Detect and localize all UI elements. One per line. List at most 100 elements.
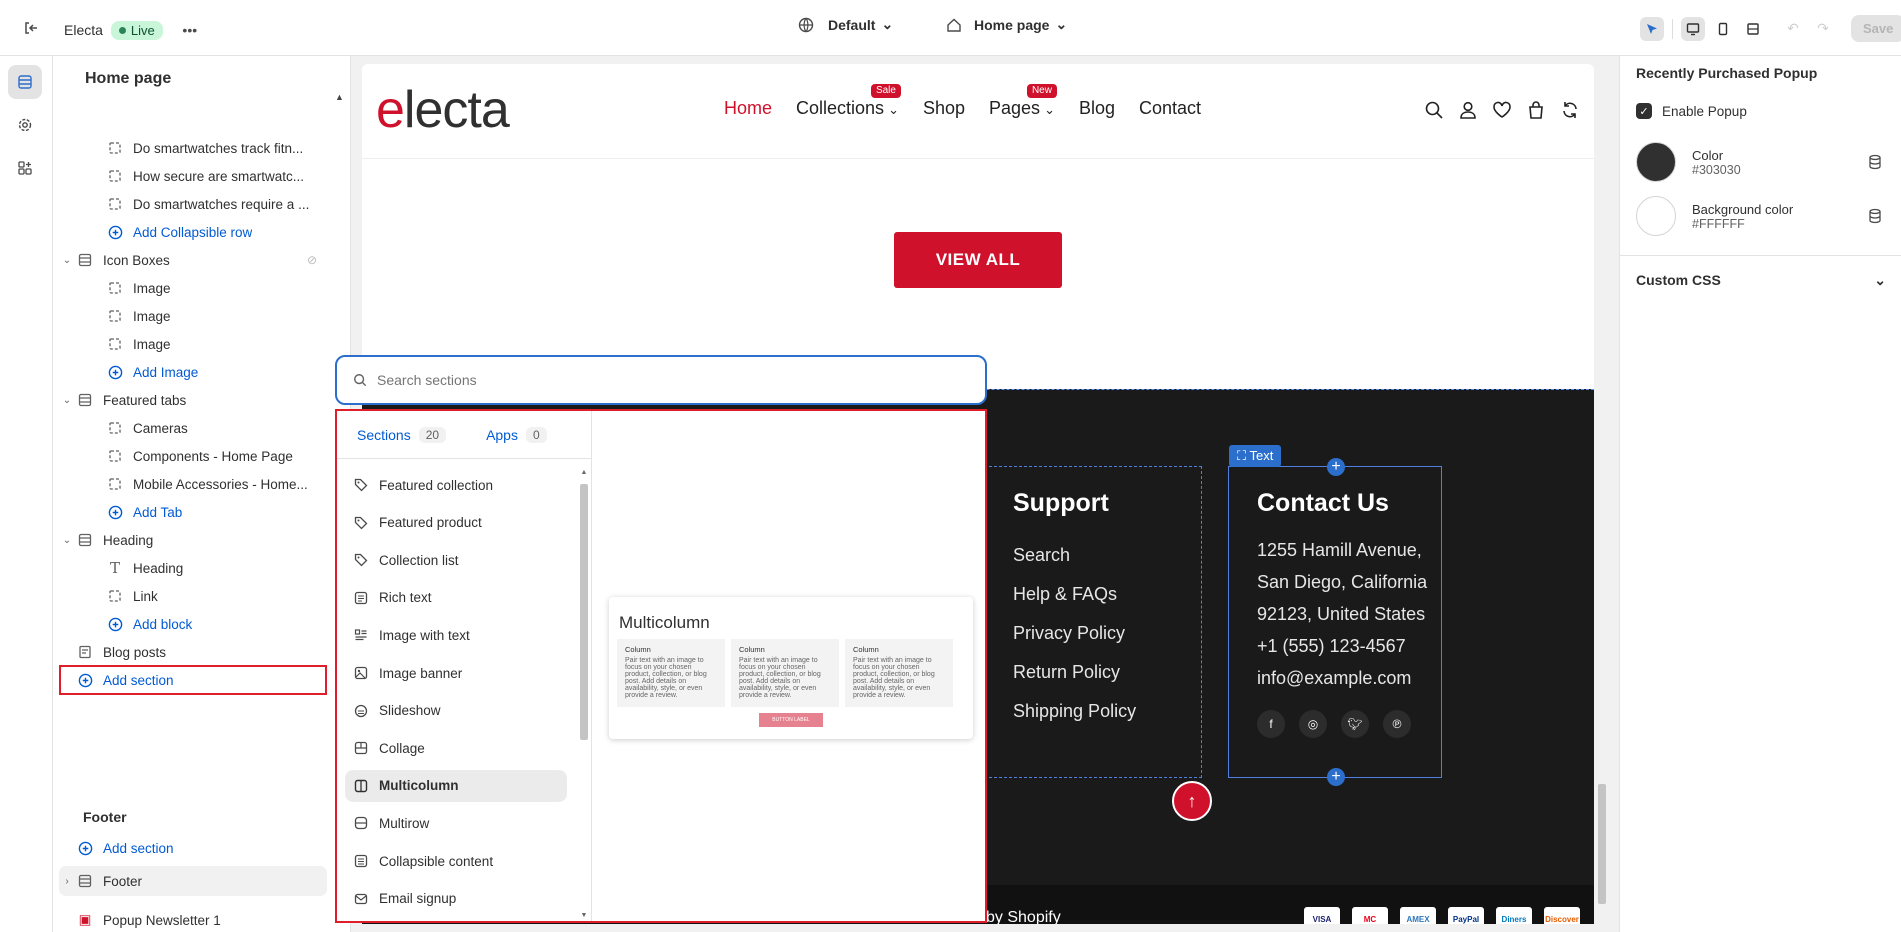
- nav-item-contact[interactable]: Contact: [1139, 98, 1201, 119]
- footer-add-section[interactable]: Add section: [59, 833, 327, 863]
- section-option[interactable]: Multicolumn: [345, 769, 567, 802]
- block-row[interactable]: Image: [59, 301, 327, 331]
- payment-icons: VISA MC AMEX PayPal Diners Discover: [1304, 907, 1580, 924]
- nav-item-pages[interactable]: Pages New ⌄: [989, 84, 1057, 119]
- block-row[interactable]: Mobile Accessories - Home...: [59, 469, 327, 499]
- add-block-below-icon[interactable]: +: [1327, 768, 1345, 786]
- cart-bag-icon[interactable]: [1526, 100, 1546, 120]
- account-icon[interactable]: [1458, 100, 1478, 120]
- background-color-swatch[interactable]: [1636, 196, 1676, 236]
- footer-contact-column[interactable]: ⛶ Text + Contact Us 1255 Hamill Avenue, S…: [1228, 445, 1442, 786]
- theme-selector[interactable]: Default ⌄: [798, 16, 893, 33]
- section-option[interactable]: Collection list: [345, 544, 567, 576]
- search-icon[interactable]: [1424, 100, 1444, 120]
- footer-section-item[interactable]: › Footer: [59, 866, 327, 896]
- instagram-icon[interactable]: ◎: [1299, 710, 1327, 738]
- block-row[interactable]: Components - Home Page: [59, 441, 327, 471]
- section-option[interactable]: Slideshow: [345, 695, 567, 727]
- section-row[interactable]: ⌄ Icon Boxes ⊘: [59, 245, 327, 275]
- picker-scrollbar[interactable]: ▲ ▼: [579, 469, 589, 919]
- compare-refresh-icon[interactable]: [1560, 100, 1580, 120]
- picker-scroll-thumb[interactable]: [580, 484, 588, 740]
- settings-gear-icon[interactable]: [8, 108, 42, 142]
- section-option[interactable]: Multirow: [345, 807, 567, 839]
- support-link[interactable]: Return Policy: [1013, 653, 1201, 692]
- redo-icon[interactable]: ↷: [1811, 17, 1835, 41]
- mobile-view-icon[interactable]: [1711, 17, 1735, 41]
- chevron-down-icon[interactable]: ⌄: [59, 535, 75, 546]
- section-row[interactable]: ⌄ Featured tabs: [59, 385, 327, 415]
- support-link[interactable]: Help & FAQs: [1013, 575, 1201, 614]
- dynamic-source-icon[interactable]: [1868, 208, 1882, 227]
- color-swatch[interactable]: [1636, 142, 1676, 182]
- chevron-down-icon[interactable]: ⌄: [59, 395, 75, 406]
- add-block-above-icon[interactable]: +: [1327, 458, 1345, 476]
- section-option[interactable]: Rich text: [345, 582, 567, 614]
- add-row[interactable]: Add block: [59, 609, 327, 639]
- chevron-right-icon[interactable]: ›: [59, 876, 75, 887]
- block-row[interactable]: Do smartwatches track fitn...: [59, 133, 327, 163]
- exit-icon[interactable]: [18, 15, 44, 41]
- section-option[interactable]: Image with text: [345, 619, 567, 651]
- nav-item-shop[interactable]: Shop: [923, 98, 965, 119]
- facebook-icon[interactable]: f: [1257, 710, 1285, 738]
- add-row[interactable]: Add Collapsible row: [59, 217, 327, 247]
- block-row[interactable]: T Heading: [59, 553, 327, 583]
- site-logo[interactable]: electa: [376, 80, 510, 140]
- section-row[interactable]: ⌄ Heading: [59, 525, 327, 555]
- apps-icon[interactable]: [8, 151, 42, 185]
- block-row[interactable]: Link: [59, 581, 327, 611]
- section-option[interactable]: Featured product: [345, 507, 567, 539]
- dynamic-source-icon[interactable]: [1868, 154, 1882, 173]
- save-button[interactable]: Save: [1851, 15, 1901, 42]
- desktop-view-icon[interactable]: [1681, 16, 1705, 41]
- text-block-tag[interactable]: ⛶ Text: [1229, 445, 1282, 467]
- page-selector[interactable]: Home page ⌄: [946, 16, 1067, 33]
- popup-newsletter-item[interactable]: ▣ Popup Newsletter 1: [59, 910, 327, 930]
- hidden-eye-icon[interactable]: ⊘: [307, 253, 317, 267]
- enable-popup-checkbox[interactable]: ✓ Enable Popup: [1636, 103, 1747, 119]
- preview-scrollbar[interactable]: [1596, 64, 1608, 924]
- section-option[interactable]: Collage: [345, 732, 567, 764]
- pinterest-icon[interactable]: ℗: [1383, 710, 1411, 738]
- fullscreen-view-icon[interactable]: [1741, 17, 1765, 41]
- section-option[interactable]: Email signup: [345, 883, 567, 915]
- section-option[interactable]: Featured collection: [345, 469, 567, 501]
- undo-icon[interactable]: ↶: [1781, 17, 1805, 41]
- twitter-icon[interactable]: 🐦︎: [1341, 710, 1369, 738]
- scroll-up-icon[interactable]: ▲: [579, 469, 589, 476]
- scroll-to-top-button[interactable]: ↑: [1172, 781, 1212, 821]
- tab-sections[interactable]: Sections 20: [357, 426, 447, 443]
- chevron-down-icon[interactable]: ⌄: [59, 255, 75, 266]
- block-row[interactable]: Image: [59, 273, 327, 303]
- block-row[interactable]: How secure are smartwatc...: [59, 161, 327, 191]
- tree-scroll-up-icon[interactable]: ▲: [335, 92, 344, 102]
- preview-scroll-thumb[interactable]: [1598, 784, 1606, 904]
- section-option[interactable]: Collapsible content: [345, 845, 567, 877]
- color-setting[interactable]: Color #303030: [1636, 142, 1741, 182]
- block-row[interactable]: Cameras: [59, 413, 327, 443]
- more-actions-icon[interactable]: •••: [177, 17, 203, 43]
- add-row[interactable]: Add Image: [59, 357, 327, 387]
- search-sections-input[interactable]: [377, 372, 937, 388]
- sections-nav-icon[interactable]: [8, 65, 42, 99]
- view-all-button[interactable]: VIEW ALL: [894, 232, 1062, 288]
- scroll-down-icon[interactable]: ▼: [579, 912, 589, 919]
- nav-item-home[interactable]: Home: [724, 98, 772, 119]
- support-link[interactable]: Search: [1013, 536, 1201, 575]
- add-row[interactable]: Add section: [59, 665, 327, 695]
- block-row[interactable]: Do smartwatches require a ...: [59, 189, 327, 219]
- section-row[interactable]: Blog posts: [59, 637, 327, 667]
- nav-item-collections[interactable]: Collections Sale ⌄: [796, 84, 901, 119]
- nav-item-blog[interactable]: Blog: [1079, 98, 1115, 119]
- custom-css-toggle[interactable]: Custom CSS ⌄: [1636, 272, 1886, 289]
- support-link[interactable]: Privacy Policy: [1013, 614, 1201, 653]
- support-link[interactable]: Shipping Policy: [1013, 692, 1201, 731]
- block-row[interactable]: Image: [59, 329, 327, 359]
- add-row[interactable]: Add Tab: [59, 497, 327, 527]
- wishlist-heart-icon[interactable]: [1492, 100, 1512, 120]
- section-option[interactable]: Image banner: [345, 657, 567, 689]
- tab-apps[interactable]: Apps 0: [486, 426, 547, 443]
- background-color-setting[interactable]: Background color #FFFFFF: [1636, 196, 1793, 236]
- inspector-icon[interactable]: [1640, 16, 1664, 41]
